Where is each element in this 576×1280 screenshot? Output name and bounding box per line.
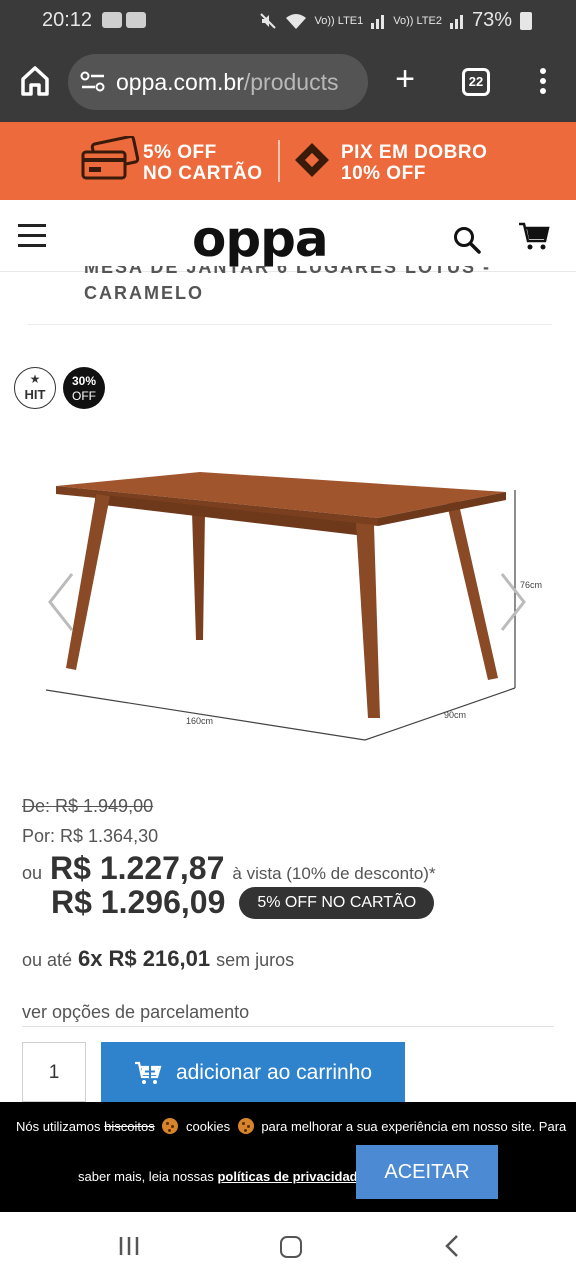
product-title-line2: CARAMELO bbox=[84, 283, 204, 303]
product-image[interactable]: 76cm 160cm 90cm bbox=[0, 430, 576, 770]
cash-price: R$ 1.227,87 bbox=[50, 850, 225, 886]
card-discount-badge: 5% OFF NO CARTÃO bbox=[239, 886, 435, 919]
recent-apps-icon[interactable] bbox=[118, 1236, 140, 1256]
next-image-arrow[interactable] bbox=[498, 570, 528, 634]
home-icon[interactable] bbox=[18, 64, 52, 98]
cookie-text-strike: biscoitos bbox=[104, 1119, 155, 1134]
cash-price-row: ou R$ 1.227,87 à vista (10% de desconto)… bbox=[22, 850, 436, 887]
new-tab-button[interactable]: + bbox=[390, 62, 420, 96]
signal-2-label: Vo)) LTE2 bbox=[393, 14, 442, 27]
tab-switcher-button[interactable]: 22 bbox=[462, 68, 490, 96]
signal-icon bbox=[371, 14, 385, 29]
promo-pix-line2: 10% OFF bbox=[341, 163, 426, 184]
notification-icon bbox=[102, 12, 122, 28]
cookie-text-c: para melhorar a sua experiência em nosso… bbox=[261, 1119, 567, 1134]
wifi-icon bbox=[285, 13, 306, 29]
add-to-cart-label: adicionar ao carrinho bbox=[175, 1061, 373, 1084]
status-bar: 20:12 Vo)) LTE1 Vo)) LTE2 73% bbox=[0, 0, 576, 42]
installments: ou até 6x R$ 216,01 sem juros bbox=[22, 946, 294, 972]
hit-label: HIT bbox=[24, 387, 46, 402]
hit-badge: ★ HIT bbox=[14, 367, 56, 409]
cookie-text-b: cookies bbox=[185, 1119, 231, 1134]
cookie-icon bbox=[162, 1118, 179, 1134]
search-icon[interactable] bbox=[453, 226, 481, 254]
cookie-text: Nós utilizamos biscoitos cookies para me… bbox=[16, 1118, 576, 1134]
discount-off-label: OFF bbox=[72, 389, 96, 403]
promo-card-line2: NO CARTÃO bbox=[143, 163, 263, 184]
privacy-policy-link[interactable]: políticas de privacidade bbox=[217, 1169, 364, 1184]
mute-icon bbox=[259, 12, 276, 29]
browser-menu-icon[interactable] bbox=[533, 68, 553, 98]
promo-card-line1: 5% OFF bbox=[143, 142, 217, 163]
site-logo[interactable]: oppa bbox=[192, 210, 329, 268]
credit-card-icon bbox=[81, 136, 140, 180]
install-prefix: ou até bbox=[22, 950, 73, 970]
install-value: R$ 216,01 bbox=[108, 946, 211, 971]
cart-icon[interactable] bbox=[518, 220, 550, 252]
install-count: 6x bbox=[78, 946, 103, 971]
cash-price-desc: à vista (10% de desconto)* bbox=[232, 864, 436, 883]
pix-icon bbox=[295, 143, 329, 177]
discount-percent: 30% bbox=[71, 374, 97, 388]
add-to-cart-button[interactable]: adicionar ao carrinho bbox=[101, 1042, 405, 1104]
cookie-text-d: saber mais, leia nossas bbox=[78, 1169, 214, 1184]
promo-pix-line1: PIX EM DOBRO bbox=[341, 142, 488, 163]
url-host: oppa.com.br bbox=[116, 68, 244, 95]
install-suffix: sem juros bbox=[216, 950, 295, 970]
divider bbox=[28, 324, 552, 325]
promo-divider bbox=[278, 140, 280, 182]
signal-1-label: Vo)) LTE1 bbox=[314, 14, 364, 27]
site-settings-icon[interactable] bbox=[80, 70, 106, 94]
cookie-icon bbox=[237, 1118, 254, 1134]
android-nav-bar bbox=[0, 1212, 576, 1280]
dimension-depth: 90cm bbox=[444, 710, 466, 720]
discount-badge: 30% OFF bbox=[63, 367, 105, 409]
nav-home-icon[interactable] bbox=[280, 1236, 302, 1258]
browser-toolbar: oppa.com.br/products + 22 bbox=[0, 42, 576, 122]
card-price-row: R$ 1.296,09 5% OFF NO CARTÃO bbox=[51, 884, 435, 921]
status-time: 20:12 bbox=[42, 9, 93, 31]
address-bar[interactable]: oppa.com.br/products bbox=[68, 54, 368, 110]
divider bbox=[22, 1026, 554, 1027]
add-cart-icon bbox=[134, 1061, 162, 1084]
battery-percent: 73% bbox=[471, 9, 512, 31]
site-header: oppa bbox=[0, 200, 576, 272]
product-title-line1: MESA DE JANTAR 6 LUGARES LOTUS - bbox=[84, 266, 492, 277]
signal-icon bbox=[449, 14, 463, 29]
product-title: MESA DE JANTAR 6 LUGARES LOTUS - CARAMEL… bbox=[84, 266, 534, 316]
cookie-text-a: Nós utilizamos bbox=[16, 1119, 101, 1134]
promo-banner[interactable]: 5% OFF NO CARTÃO PIX EM DOBRO 10% OFF bbox=[0, 122, 576, 200]
sale-price: Por: R$ 1.364,30 bbox=[22, 826, 159, 846]
previous-image-arrow[interactable] bbox=[46, 570, 76, 634]
installment-options-link[interactable]: ver opções de parcelamento bbox=[22, 1002, 249, 1023]
notification-icon bbox=[126, 12, 146, 28]
url-path: /products bbox=[243, 68, 339, 95]
original-price: De: R$ 1.949,00 bbox=[22, 796, 154, 816]
card-price: R$ 1.296,09 bbox=[51, 884, 226, 920]
accept-cookies-button[interactable]: ACEITAR bbox=[356, 1145, 498, 1199]
hamburger-menu-icon[interactable] bbox=[18, 224, 46, 248]
battery-icon bbox=[520, 11, 532, 30]
cookie-text-line2: saber mais, leia nossas políticas de pri… bbox=[78, 1169, 368, 1184]
star-icon: ★ bbox=[29, 372, 41, 386]
ou-label: ou bbox=[22, 863, 43, 883]
back-icon[interactable] bbox=[444, 1234, 460, 1258]
dimension-length: 160cm bbox=[186, 716, 213, 726]
quantity-input[interactable]: 1 bbox=[22, 1042, 86, 1102]
